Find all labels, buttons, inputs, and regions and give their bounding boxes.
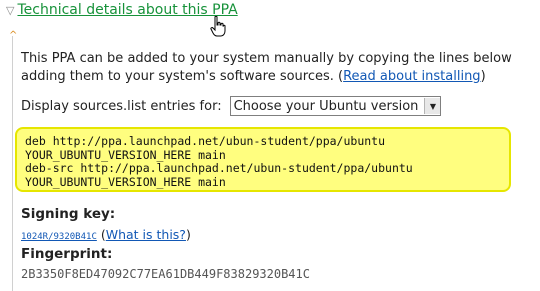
signing-key-link[interactable]: 1024R/9320B41C: [21, 232, 97, 242]
sources-row: Display sources.list entries for: Choose…: [21, 96, 442, 116]
dropdown-arrow-icon[interactable]: ▼: [424, 98, 441, 114]
sources-label: Display sources.list entries for:: [21, 98, 222, 114]
what-prefix: (: [96, 227, 106, 242]
sources-entry: deb http://ppa.launchpad.net/ubun-studen…: [25, 134, 386, 148]
sources-list-box[interactable]: deb http://ppa.launchpad.net/ubun-studen…: [15, 127, 511, 192]
intro-line-2-prefix: adding them to your system's software so…: [21, 69, 344, 84]
sources-entry: YOUR_UBUNTU_VERSION_HERE main: [25, 174, 226, 189]
sources-entry: deb-src http://ppa.launchpad.net/ubun-st…: [25, 161, 413, 175]
selected-version: Choose your Ubuntu version: [233, 98, 419, 114]
intro-text: This PPA can be added to your system man…: [21, 50, 540, 86]
technical-details-link[interactable]: Technical details about this PPA: [17, 2, 237, 18]
sources-entry: YOUR_UBUNTU_VERSION_HERE main: [25, 147, 226, 162]
intro-line-1: This PPA can be added to your system man…: [21, 51, 512, 66]
signing-key-label: Signing key:: [21, 206, 116, 222]
hand-cursor-icon: [210, 16, 226, 37]
technical-details-panel: This PPA can be added to your system man…: [12, 36, 540, 291]
intro-line-2: adding them to your system's software so…: [21, 68, 540, 86]
fingerprint-value: 2B3350F8ED47092C77EA61DB449F83829320B41C: [21, 267, 310, 281]
ubuntu-version-select[interactable]: Choose your Ubuntu version ▼: [229, 96, 442, 116]
fingerprint-label: Fingerprint:: [21, 246, 113, 262]
section-toggle[interactable]: ▽ Technical details about this PPA: [6, 2, 238, 18]
signing-key-row: 1024R/9320B41C (What is this?): [21, 227, 191, 243]
what-is-this-link[interactable]: What is this?: [106, 227, 186, 242]
triangle-down-icon: ▽: [6, 3, 15, 17]
read-about-installing-link[interactable]: Read about installing: [343, 69, 480, 84]
what-suffix: ): [185, 227, 191, 242]
intro-line-2-suffix: ): [480, 69, 486, 84]
